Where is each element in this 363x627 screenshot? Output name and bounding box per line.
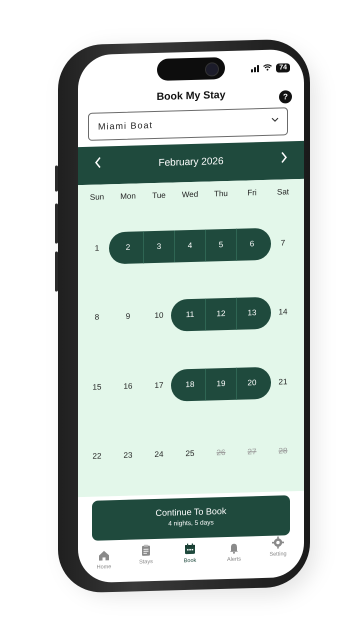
chevron-down-icon: [271, 115, 279, 125]
booked-day[interactable]: 6: [237, 228, 267, 261]
booked-day[interactable]: 2: [113, 231, 143, 264]
weekday-sun: Sun: [89, 192, 105, 202]
booked-day[interactable]: 13: [237, 297, 267, 330]
volume-down-button: [55, 251, 58, 292]
weekday-mon: Mon: [120, 191, 136, 201]
calendar-header: February 2026: [78, 140, 304, 186]
tab-book[interactable]: Book: [170, 541, 210, 564]
calendar-day[interactable]: 8: [82, 312, 112, 322]
tab-setting[interactable]: Setting: [258, 535, 298, 558]
weekday-tue: Tue: [152, 190, 166, 201]
battery-indicator: 74: [276, 63, 290, 73]
range-divider: [205, 229, 206, 262]
calendar-day[interactable]: 21: [268, 377, 298, 387]
calendar-day[interactable]: 16: [113, 381, 143, 391]
booked-day[interactable]: 20: [237, 367, 267, 400]
range-divider: [205, 368, 206, 401]
bell-icon: [214, 540, 254, 555]
calendar-day[interactable]: 10: [144, 310, 174, 320]
calendar-day[interactable]: 22: [82, 451, 112, 461]
status-bar: 74: [251, 63, 290, 73]
weekday-wed: Wed: [181, 189, 199, 200]
help-icon[interactable]: ?: [279, 90, 292, 104]
booked-day[interactable]: 11: [175, 299, 205, 332]
tab-stays[interactable]: Stays: [126, 543, 166, 566]
calendar-day[interactable]: 9: [113, 311, 143, 321]
range-divider: [236, 297, 237, 330]
tab-label: Home: [96, 564, 112, 571]
calendar-day: 27: [247, 447, 257, 457]
page-title: Book My Stay: [156, 89, 226, 103]
scene: 74 Book My Stay ? Miami Boat February 20…: [0, 0, 363, 627]
month-label: February 2026: [158, 156, 224, 169]
property-select-value: Miami Boat: [98, 120, 154, 132]
tab-alerts[interactable]: Alerts: [214, 540, 254, 563]
cta-sub-label: 4 nights, 5 days: [168, 519, 214, 528]
calendar-grid: Sun Mon Tue Wed Thu Fri Sat 2 3 4 5 6 11 12 13 18 19 20 1 7…: [78, 178, 304, 498]
weekday-fri: Fri: [247, 188, 257, 198]
calendar-day[interactable]: 1: [82, 243, 112, 253]
tab-home[interactable]: Home: [84, 548, 124, 571]
clipboard-icon: [126, 543, 166, 558]
booked-day[interactable]: 19: [206, 368, 236, 401]
property-select[interactable]: Miami Boat: [88, 107, 288, 141]
calendar-day[interactable]: 7: [268, 238, 298, 248]
booked-day[interactable]: 18: [175, 369, 205, 402]
volume-up-button: [55, 203, 58, 244]
range-divider: [205, 298, 206, 331]
calendar-icon: [170, 541, 210, 556]
booked-day[interactable]: 3: [144, 230, 174, 263]
booked-range: 11 12 13: [171, 296, 271, 332]
booked-day[interactable]: 4: [175, 230, 205, 263]
weekday-sat: Sat: [276, 187, 289, 197]
side-button: [55, 165, 58, 192]
tab-label: Book: [183, 557, 197, 565]
tab-label: Stays: [139, 559, 153, 566]
calendar-day[interactable]: 23: [113, 450, 143, 460]
dynamic-island: [157, 57, 225, 81]
wifi-icon: [263, 64, 273, 73]
booked-day[interactable]: 12: [206, 298, 236, 331]
tab-bar: Home Stays Book Alerts Setting: [78, 536, 304, 583]
range-divider: [174, 230, 175, 263]
calendar-day[interactable]: 15: [82, 382, 112, 392]
calendar-day[interactable]: 14: [268, 307, 298, 317]
camera-icon: [205, 62, 219, 77]
next-month-button[interactable]: [280, 151, 288, 165]
range-divider: [143, 231, 144, 264]
home-icon: [84, 548, 124, 563]
tab-label: Setting: [269, 551, 287, 558]
signal-icon: [251, 65, 260, 73]
booked-range: 18 19 20: [171, 366, 271, 402]
range-divider: [236, 228, 237, 261]
range-divider: [236, 367, 237, 400]
weekday-thu: Thu: [214, 188, 228, 199]
calendar-day[interactable]: 17: [144, 380, 174, 390]
calendar-day: 28: [278, 446, 288, 456]
tab-label: Alerts: [226, 556, 242, 563]
continue-to-book-button[interactable]: Continue To Book 4 nights, 5 days: [92, 495, 290, 541]
calendar-day: 26: [216, 448, 226, 458]
booked-day[interactable]: 5: [206, 229, 236, 262]
booked-range: 23456: [109, 227, 271, 265]
calendar-day[interactable]: 24: [144, 449, 174, 459]
gear-icon: [258, 535, 298, 550]
calendar-day[interactable]: 25: [175, 449, 205, 459]
phone-screen: 74 Book My Stay ? Miami Boat February 20…: [78, 48, 304, 584]
